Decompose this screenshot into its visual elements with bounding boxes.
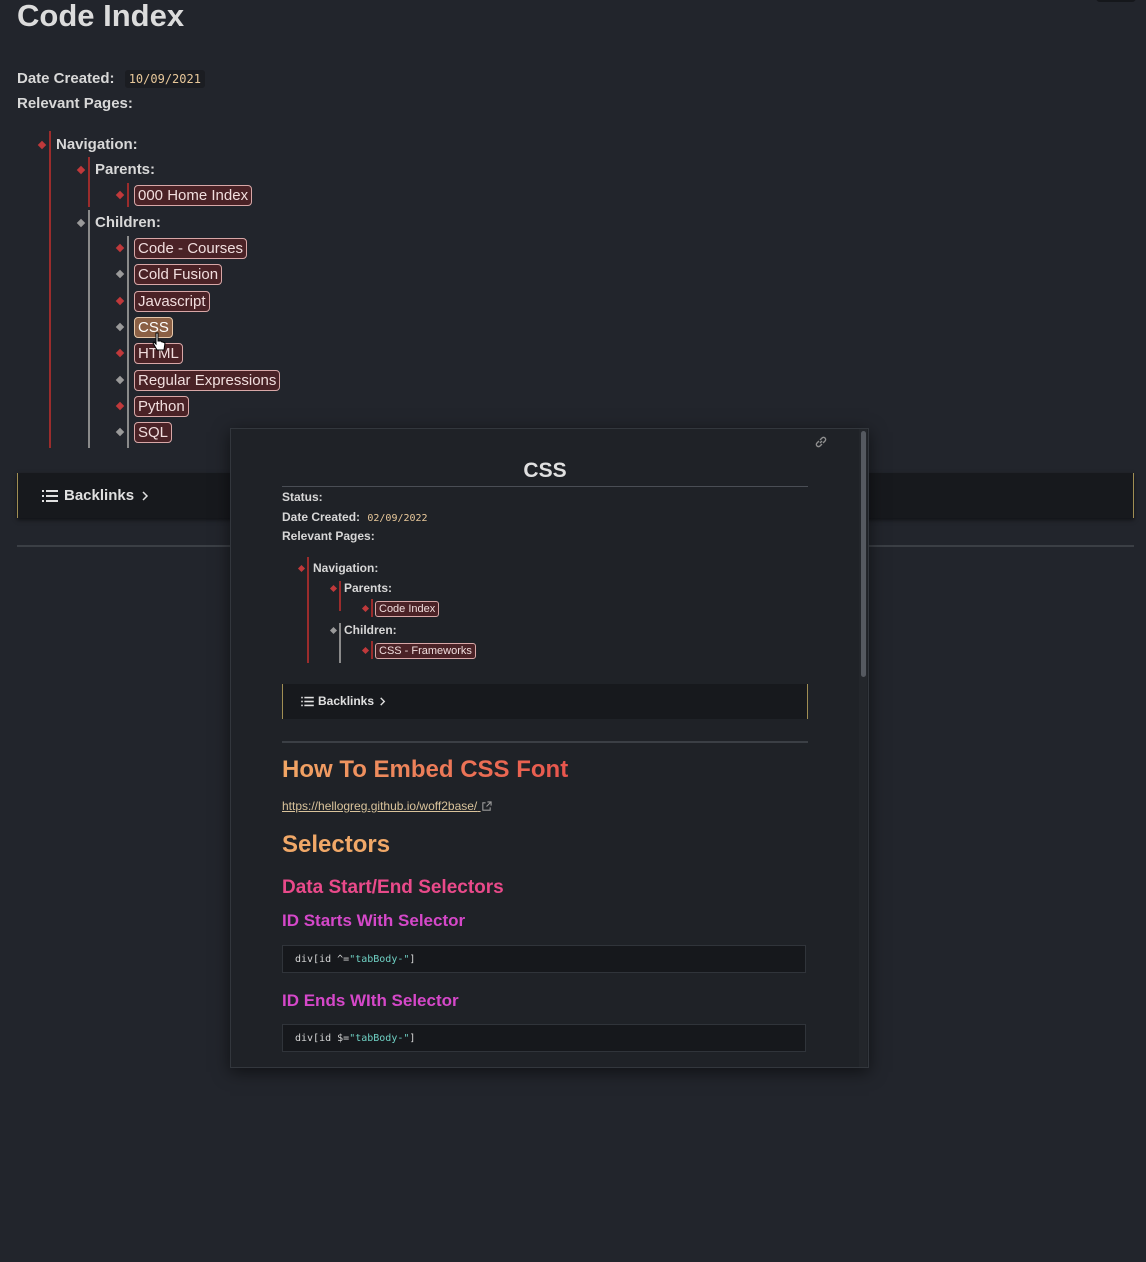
link-regular-expressions[interactable]: Regular Expressions bbox=[134, 370, 281, 391]
navigation-label: Navigation: bbox=[313, 561, 379, 575]
date-created-value: 10/09/2021 bbox=[124, 70, 205, 88]
tree-line-navigation bbox=[307, 557, 309, 663]
tree-line-parent-items bbox=[371, 599, 373, 617]
relevant-pages-label: Relevant Pages: bbox=[282, 529, 375, 543]
heading-id-starts: ID Starts With Selector bbox=[282, 911, 466, 930]
link-cold-fusion[interactable]: Cold Fusion bbox=[134, 264, 223, 285]
tree-line-child-items bbox=[371, 641, 373, 659]
link-python[interactable]: Python bbox=[134, 396, 189, 417]
page-title: Code Index bbox=[17, 0, 185, 33]
bullet-icon bbox=[297, 564, 306, 573]
bullet-icon bbox=[361, 646, 370, 655]
bullet-icon bbox=[76, 165, 86, 175]
list-icon bbox=[42, 489, 58, 502]
popover-scrollbar-thumb[interactable] bbox=[861, 431, 866, 677]
code-block-starts: div[id ^="tabBody-"] bbox=[282, 945, 806, 973]
bullet-icon bbox=[115, 401, 125, 411]
pointer-cursor-icon bbox=[152, 332, 166, 351]
tree-line-parent-items bbox=[127, 183, 129, 207]
children-label: Children: bbox=[344, 623, 397, 637]
url-text[interactable]: https://hellogreg.github.io/woff2base/ bbox=[282, 799, 477, 813]
parents-label: Parents: bbox=[344, 581, 393, 595]
code-string: "tabBody-" bbox=[349, 954, 410, 965]
code-text: ] bbox=[409, 1033, 416, 1044]
link-sql[interactable]: SQL bbox=[134, 422, 173, 443]
bullet-icon bbox=[115, 375, 125, 385]
popover-backlinks-panel[interactable]: Backlinks bbox=[282, 684, 808, 719]
external-link-icon bbox=[481, 801, 492, 812]
bullet-icon bbox=[115, 296, 125, 306]
chevron-right-icon bbox=[142, 490, 149, 501]
code-text: ] bbox=[409, 954, 416, 965]
bullet-icon bbox=[329, 626, 338, 635]
backlinks-label: Backlinks bbox=[318, 694, 375, 708]
bullet-icon bbox=[76, 218, 86, 228]
window-corner bbox=[1096, 0, 1136, 2]
status-label: Status: bbox=[282, 490, 323, 504]
link-code-courses[interactable]: Code - Courses bbox=[134, 238, 248, 259]
chevron-right-icon bbox=[380, 696, 386, 706]
divider bbox=[282, 741, 808, 743]
navigation-label: Navigation: bbox=[56, 136, 138, 153]
date-created-row: Date Created: 10/09/2021 bbox=[17, 70, 205, 88]
popover-title: CSS bbox=[523, 459, 567, 482]
code-text: div[id $= bbox=[295, 1033, 350, 1044]
tree-line-child-items bbox=[127, 236, 129, 448]
popover-date-row: Date Created: 02/09/2022 bbox=[282, 510, 428, 524]
tree-line-parents bbox=[339, 581, 341, 611]
hover-preview-popover[interactable]: CSS Status: Date Created: 02/09/2022 Rel… bbox=[230, 428, 869, 1068]
link-icon[interactable] bbox=[813, 434, 829, 450]
bullet-icon bbox=[115, 190, 125, 200]
tree-line-parents bbox=[88, 157, 90, 207]
code-text: div[id ^= bbox=[295, 954, 350, 965]
heading-embed-css-font: How To Embed CSS Font bbox=[282, 756, 569, 783]
date-created-label: Date Created: bbox=[17, 70, 115, 87]
relevant-pages-label: Relevant Pages: bbox=[17, 95, 133, 112]
external-link[interactable]: https://hellogreg.github.io/woff2base/ bbox=[282, 799, 492, 813]
date-created-value: 02/09/2022 bbox=[367, 513, 428, 524]
bullet-icon bbox=[37, 140, 47, 150]
bullet-icon bbox=[115, 269, 125, 279]
title-underline bbox=[282, 486, 808, 487]
bullet-icon bbox=[115, 348, 125, 358]
code-string: "tabBody-" bbox=[349, 1033, 410, 1044]
heading-selectors: Selectors bbox=[282, 831, 391, 858]
parents-label: Parents: bbox=[95, 161, 156, 178]
children-label: Children: bbox=[95, 214, 161, 231]
bullet-icon bbox=[329, 584, 338, 593]
link-css-frameworks[interactable]: CSS - Frameworks bbox=[375, 643, 476, 659]
link-javascript[interactable]: Javascript bbox=[134, 291, 210, 312]
bullet-icon bbox=[361, 604, 370, 613]
list-icon bbox=[301, 696, 314, 706]
link-code-index[interactable]: Code Index bbox=[375, 601, 440, 617]
bullet-icon bbox=[115, 322, 125, 332]
bullet-icon bbox=[115, 243, 125, 253]
backlinks-label: Backlinks bbox=[64, 487, 135, 504]
heading-data-selectors: Data Start/End Selectors bbox=[282, 877, 504, 898]
tree-line-navigation bbox=[49, 131, 51, 448]
heading-id-ends: ID Ends WIth Selector bbox=[282, 991, 459, 1010]
bullet-icon bbox=[115, 427, 125, 437]
link-000-home-index[interactable]: 000 Home Index bbox=[134, 185, 253, 206]
tree-line-children bbox=[88, 210, 90, 448]
tree-line-children bbox=[339, 623, 341, 663]
date-created-label: Date Created: bbox=[282, 510, 361, 524]
code-block-ends: div[id $="tabBody-"] bbox=[282, 1024, 806, 1052]
